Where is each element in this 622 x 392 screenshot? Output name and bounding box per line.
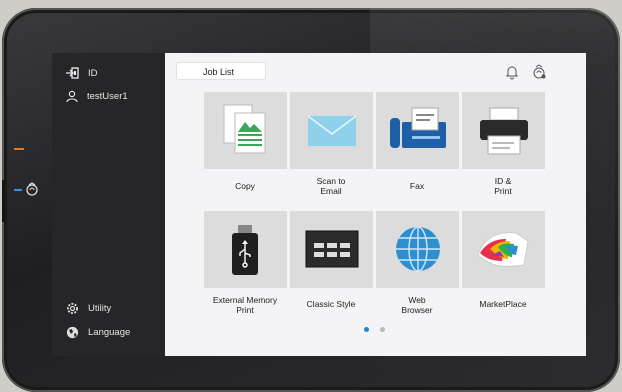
app-label-web-browser: Web Browser	[401, 295, 433, 315]
utility-label: Utility	[88, 303, 112, 314]
app-label-id-print: ID & Print	[494, 176, 512, 196]
copy-icon	[223, 104, 266, 154]
home-screen: Job List Copy Scan to Email Fax ID & Pri…	[165, 53, 586, 356]
device-status-icon[interactable]	[531, 64, 547, 80]
app-label-classic-style: Classic Style	[306, 299, 356, 309]
job-list-button[interactable]: Job List	[176, 62, 266, 80]
touch-screen: ID testUser1 Utility Language Job List C…	[52, 53, 586, 356]
page-indicator-active[interactable]	[364, 327, 369, 332]
status-led-orange	[14, 148, 24, 150]
id-label: ID	[88, 67, 98, 79]
classic-keypad-icon	[305, 230, 359, 268]
page-indicator[interactable]	[380, 327, 385, 332]
email-envelope-icon	[307, 115, 357, 146]
current-user: testUser1	[66, 90, 128, 102]
language-label: Language	[88, 327, 131, 338]
marketplace-icon	[477, 232, 529, 267]
gear-icon	[67, 303, 78, 314]
status-led-blue	[14, 189, 22, 191]
nfc-reader-icon	[26, 182, 38, 196]
app-label-fax: Fax	[409, 181, 425, 191]
app-tile-classic-style[interactable]	[290, 211, 373, 288]
fax-icon	[390, 107, 446, 148]
app-label-marketplace: MarketPlace	[479, 299, 527, 309]
globe-language-icon	[66, 326, 79, 339]
sidebar: ID testUser1 Utility Language	[52, 53, 165, 356]
app-tile-copy[interactable]	[204, 92, 287, 169]
app-tile-marketplace[interactable]	[462, 211, 545, 288]
side-button[interactable]	[2, 180, 5, 222]
app-tile-external-memory-print[interactable]	[204, 211, 287, 288]
app-tile-scan-to-email[interactable]	[290, 92, 373, 169]
language-button[interactable]: Language	[66, 326, 130, 339]
app-tile-web-browser[interactable]	[376, 211, 459, 288]
user-name: testUser1	[87, 90, 128, 102]
printer-icon	[480, 107, 528, 155]
usb-drive-icon	[232, 225, 258, 275]
app-tile-id-print[interactable]	[462, 92, 545, 169]
app-label-external-memory-print: External Memory Print	[212, 295, 278, 315]
app-tile-fax[interactable]	[376, 92, 459, 169]
app-label-scan-to-email: Scan to Email	[316, 176, 346, 196]
globe-icon	[396, 226, 440, 272]
id-login-icon	[66, 67, 79, 79]
app-label-copy: Copy	[235, 181, 255, 191]
utility-button[interactable]: Utility	[66, 302, 111, 315]
panel-device-bezel: ID testUser1 Utility Language Job List C…	[2, 8, 620, 392]
bell-icon[interactable]	[504, 64, 520, 80]
id-login-button[interactable]: ID	[66, 67, 98, 79]
user-icon	[66, 90, 78, 102]
